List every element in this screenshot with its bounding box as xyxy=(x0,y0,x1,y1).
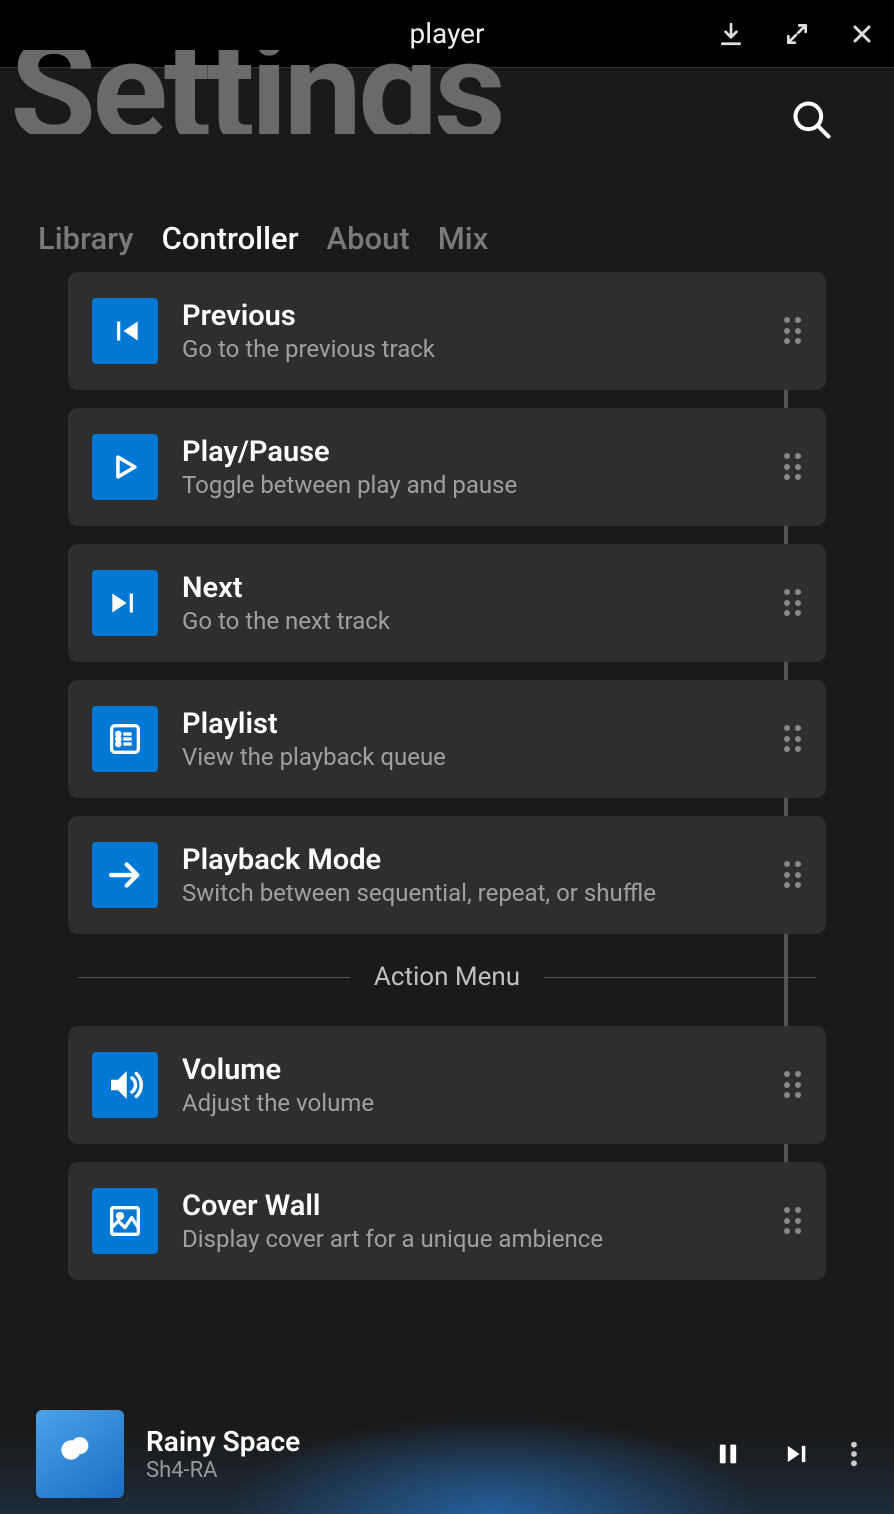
divider-line xyxy=(544,977,816,978)
drag-handle-icon[interactable] xyxy=(784,725,802,753)
controller-item-previous[interactable]: Previous Go to the previous track xyxy=(68,272,826,390)
tab-about[interactable]: About xyxy=(327,220,410,257)
player-controls xyxy=(714,1440,858,1468)
action-item-cover-wall[interactable]: Cover Wall Display cover art for a uniqu… xyxy=(68,1162,826,1280)
page-title: Settings xyxy=(10,50,864,134)
controller-item-next[interactable]: Next Go to the next track xyxy=(68,544,826,662)
play-icon xyxy=(92,434,158,500)
track-artist: Sh4-RA xyxy=(146,1458,692,1483)
card-body: Next Go to the next track xyxy=(182,571,760,635)
download-icon[interactable] xyxy=(718,21,744,47)
arrow-right-icon xyxy=(92,842,158,908)
card-body: Playback Mode Switch between sequential,… xyxy=(182,843,760,907)
section-divider: Action Menu xyxy=(78,962,816,992)
volume-icon xyxy=(92,1052,158,1118)
controller-list: Previous Go to the previous track Play/P… xyxy=(0,260,894,1394)
card-body: Play/Pause Toggle between play and pause xyxy=(182,435,760,499)
divider-line xyxy=(78,977,350,978)
drag-handle-icon[interactable] xyxy=(784,589,802,617)
page-header: Settings xyxy=(0,50,894,190)
section-label: Action Menu xyxy=(374,962,520,992)
track-info[interactable]: Rainy Space Sh4-RA xyxy=(146,1425,692,1483)
card-desc: Switch between sequential, repeat, or sh… xyxy=(182,879,760,907)
album-art[interactable] xyxy=(36,1410,124,1498)
controller-item-playlist[interactable]: Playlist View the playback queue xyxy=(68,680,826,798)
action-item-volume[interactable]: Volume Adjust the volume xyxy=(68,1026,826,1144)
card-title: Play/Pause xyxy=(182,435,760,469)
pause-button[interactable] xyxy=(714,1440,742,1468)
tab-library[interactable]: Library xyxy=(38,220,134,257)
card-desc: Display cover art for a unique ambience xyxy=(182,1225,760,1253)
drag-handle-icon[interactable] xyxy=(784,453,802,481)
card-desc: View the playback queue xyxy=(182,743,760,771)
playlist-icon xyxy=(92,706,158,772)
card-desc: Toggle between play and pause xyxy=(182,471,760,499)
card-body: Playlist View the playback queue xyxy=(182,707,760,771)
card-title: Playback Mode xyxy=(182,843,760,877)
close-icon[interactable] xyxy=(850,22,874,46)
skip-previous-icon xyxy=(92,298,158,364)
next-button[interactable] xyxy=(782,1440,810,1468)
card-desc: Go to the previous track xyxy=(182,335,760,363)
window-controls xyxy=(718,21,874,47)
window-title: player xyxy=(410,17,485,50)
drag-handle-icon[interactable] xyxy=(784,317,802,345)
skip-next-icon xyxy=(92,570,158,636)
search-icon[interactable] xyxy=(790,98,834,142)
card-title: Next xyxy=(182,571,760,605)
tab-controller[interactable]: Controller xyxy=(162,220,299,257)
controller-item-play-pause[interactable]: Play/Pause Toggle between play and pause xyxy=(68,408,826,526)
settings-tabs: Library Controller About Mix xyxy=(0,190,894,257)
card-title: Playlist xyxy=(182,707,760,741)
card-title: Previous xyxy=(182,299,760,333)
card-title: Cover Wall xyxy=(182,1189,760,1223)
image-icon xyxy=(92,1188,158,1254)
drag-handle-icon[interactable] xyxy=(784,861,802,889)
card-body: Volume Adjust the volume xyxy=(182,1053,760,1117)
card-body: Previous Go to the previous track xyxy=(182,299,760,363)
controller-item-playback-mode[interactable]: Playback Mode Switch between sequential,… xyxy=(68,816,826,934)
drag-handle-icon[interactable] xyxy=(784,1071,802,1099)
card-title: Volume xyxy=(182,1053,760,1087)
fullscreen-icon[interactable] xyxy=(784,21,810,47)
card-body: Cover Wall Display cover art for a uniqu… xyxy=(182,1189,760,1253)
drag-handle-icon[interactable] xyxy=(784,1207,802,1235)
more-icon[interactable] xyxy=(850,1440,858,1468)
card-desc: Go to the next track xyxy=(182,607,760,635)
track-title: Rainy Space xyxy=(146,1425,692,1458)
tab-mix[interactable]: Mix xyxy=(438,220,489,257)
now-playing-bar: Rainy Space Sh4-RA xyxy=(0,1394,894,1514)
card-desc: Adjust the volume xyxy=(182,1089,760,1117)
